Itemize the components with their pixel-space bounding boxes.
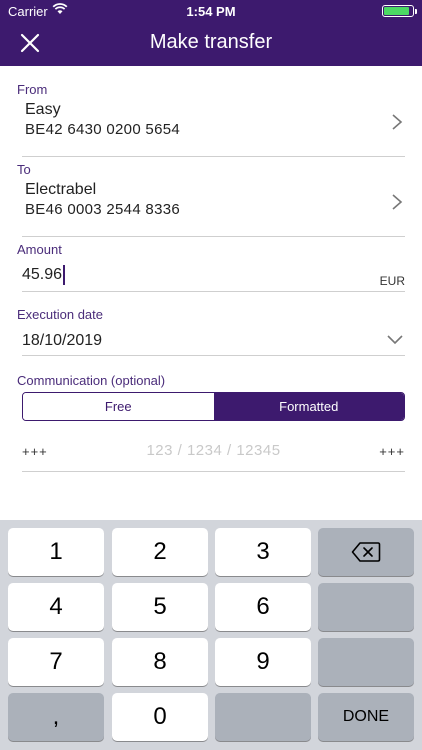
page-title: Make transfer bbox=[149, 31, 273, 53]
chevron-right-icon bbox=[392, 114, 403, 130]
from-label: From bbox=[17, 82, 48, 97]
amount-label: Amount bbox=[17, 242, 62, 257]
communication-placeholder: 123 / 1234 / 12345 bbox=[146, 442, 281, 459]
key-5[interactable]: 5 bbox=[112, 583, 208, 631]
from-account-selector[interactable]: Easy BE42 6430 0200 5654 bbox=[22, 101, 405, 157]
to-account-selector[interactable]: Electrabel BE46 0003 2544 8336 bbox=[22, 181, 405, 237]
from-account-name: Easy bbox=[25, 101, 61, 118]
done-key[interactable]: DONE bbox=[318, 693, 414, 741]
key-4[interactable]: 4 bbox=[8, 583, 104, 631]
chevron-down-icon bbox=[387, 335, 403, 345]
battery-tip bbox=[415, 9, 417, 14]
battery-level bbox=[384, 7, 409, 15]
to-account-name: Electrabel bbox=[25, 181, 97, 198]
delete-key[interactable] bbox=[318, 528, 414, 576]
structured-communication-field[interactable]: +++ 123 / 1234 / 12345 +++ bbox=[22, 440, 405, 472]
key-comma[interactable]: , bbox=[8, 693, 104, 741]
amount-field[interactable]: EUR bbox=[22, 262, 405, 292]
from-account-iban: BE42 6430 0200 5654 bbox=[25, 121, 181, 138]
to-label: To bbox=[17, 162, 31, 177]
key-6[interactable]: 6 bbox=[215, 583, 311, 631]
key-3[interactable]: 3 bbox=[215, 528, 311, 576]
key-0[interactable]: 0 bbox=[112, 693, 208, 741]
key-2[interactable]: 2 bbox=[112, 528, 208, 576]
numeric-keyboard: 1 2 3 4 5 6 7 8 9 , 0 DONE bbox=[0, 520, 422, 750]
execution-date-value: 18/10/2019 bbox=[22, 332, 103, 349]
blank-key bbox=[215, 693, 311, 741]
to-account-iban: BE46 0003 2544 8336 bbox=[25, 201, 181, 218]
key-7[interactable]: 7 bbox=[8, 638, 104, 686]
communication-label: Communication (optional) bbox=[17, 373, 166, 388]
segment-formatted[interactable]: Formatted bbox=[213, 393, 404, 420]
segment-free[interactable]: Free bbox=[23, 393, 214, 420]
communication-suffix: +++ bbox=[379, 444, 405, 459]
communication-type-toggle: Free Formatted bbox=[22, 392, 405, 421]
currency-label: EUR bbox=[379, 274, 405, 288]
blank-key bbox=[318, 583, 414, 631]
key-1[interactable]: 1 bbox=[8, 528, 104, 576]
top-bar: Carrier 1:54 PM Make transfer bbox=[0, 0, 422, 66]
text-cursor bbox=[63, 265, 65, 285]
backspace-icon bbox=[351, 542, 381, 562]
status-bar: Carrier 1:54 PM bbox=[0, 0, 422, 22]
execution-date-label: Execution date bbox=[17, 307, 104, 322]
clock: 1:54 PM bbox=[186, 4, 236, 19]
key-9[interactable]: 9 bbox=[215, 638, 311, 686]
key-8[interactable]: 8 bbox=[112, 638, 208, 686]
amount-input[interactable] bbox=[22, 262, 362, 288]
battery-icon bbox=[382, 5, 417, 17]
chevron-right-icon bbox=[392, 194, 403, 210]
blank-key bbox=[318, 638, 414, 686]
execution-date-selector[interactable]: 18/10/2019 bbox=[22, 328, 405, 356]
